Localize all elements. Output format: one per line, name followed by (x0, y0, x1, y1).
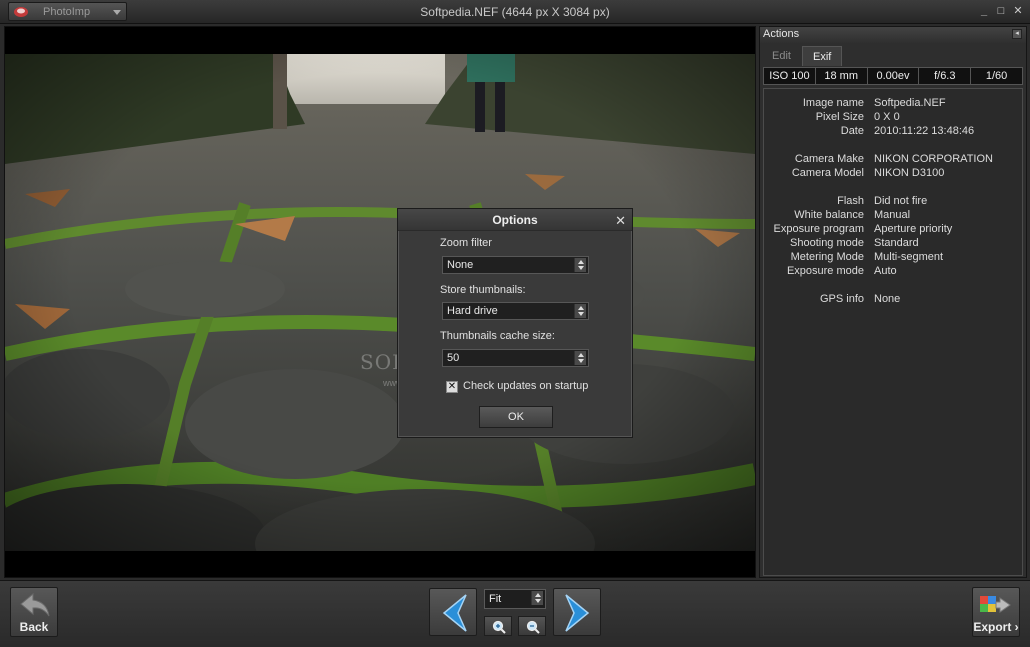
zoom-filter-select[interactable]: None (442, 256, 589, 274)
store-thumbnails-label: Store thumbnails: (440, 284, 526, 296)
dialog-title: Options (398, 209, 632, 231)
bottom-toolbar: Back Fit Export › (0, 580, 1030, 647)
tab-exif[interactable]: Exif (802, 46, 843, 66)
exif-value: Did not fire (874, 195, 928, 207)
exif-value: 2010:11:22 13:48:46 (874, 125, 975, 137)
tab-edit[interactable]: Edit (762, 46, 801, 66)
image-viewer[interactable]: SOFTPEDIA www.softpedia.com (4, 26, 756, 578)
ok-button[interactable]: OK (479, 406, 553, 428)
spinner-arrows-icon[interactable] (574, 351, 586, 365)
exif-key: Metering Mode (790, 251, 864, 263)
exif-row: Camera Make NIKON CORPORATION (764, 153, 1022, 167)
window-title: Softpedia.NEF (4644 px X 3084 px) (420, 5, 610, 19)
exif-key: Flash (837, 195, 864, 207)
exif-row: Metering Mode Multi-segment (764, 251, 1022, 265)
close-icon[interactable]: ✕ (615, 213, 626, 229)
zoom-select[interactable]: Fit (484, 589, 546, 609)
exif-value: Softpedia.NEF (874, 97, 946, 109)
spinner-arrows-icon[interactable] (574, 304, 586, 318)
exif-row: Date 2010:11:22 13:48:46 (764, 125, 1022, 139)
export-icon (980, 596, 1011, 613)
exif-value: Multi-segment (874, 251, 944, 263)
cache-size-value: 50 (447, 352, 460, 364)
exif-aperture: f/6.3 (919, 68, 972, 84)
exif-value: Auto (874, 265, 897, 277)
exif-row: White balance Manual (764, 209, 1022, 223)
zoom-out-icon (526, 620, 540, 634)
title-bar: PhotoImp Softpedia.NEF (4644 px X 3084 p… (0, 0, 1030, 24)
exif-key: GPS info (819, 293, 864, 305)
zoom-filter-label: Zoom filter (440, 237, 492, 249)
exif-key: Exposure program (773, 223, 865, 235)
back-arrow-icon (20, 592, 50, 617)
exif-row: Camera Model NIKON D3100 (764, 167, 1022, 181)
exif-value: NIKON D3100 (874, 167, 945, 179)
cache-size-label: Thumbnails cache size: (440, 330, 555, 342)
exif-row: Exposure program Aperture priority (764, 223, 1022, 237)
exif-key: Pixel Size (815, 111, 864, 123)
exif-details: Image name Softpedia.NEF Pixel Size 0 X 0 … (763, 88, 1023, 576)
back-button[interactable]: Back (10, 587, 58, 637)
exif-key: White balance (794, 209, 864, 221)
exif-value: Aperture priority (874, 223, 953, 235)
exif-value: 0 X 0 (874, 111, 900, 123)
exif-key: Image name (802, 97, 864, 109)
panel-title: Actions (763, 28, 800, 40)
exif-value: NIKON CORPORATION (874, 153, 993, 165)
exif-row: Flash Did not fire (764, 195, 1022, 209)
zoom-in-button[interactable] (484, 616, 512, 636)
minimize-button[interactable]: _ (978, 5, 990, 17)
cache-size-stepper[interactable]: 50 (442, 349, 589, 367)
check-updates-checkbox[interactable]: ✕ (446, 381, 458, 393)
exif-key: Camera Model (791, 167, 864, 179)
zoom-out-button[interactable] (518, 616, 546, 636)
store-thumbnails-value: Hard drive (447, 305, 498, 317)
exif-row: Exposure mode Auto (764, 265, 1022, 279)
exif-shutter: 1/60 (985, 70, 1008, 82)
exif-key: Camera Make (794, 153, 864, 165)
options-dialog: Options ✕ Zoom filter None Store thumbna… (397, 208, 633, 438)
chevron-left-icon (442, 594, 467, 632)
maximize-button[interactable]: □ (995, 5, 1007, 17)
exif-exposure-bias: 0.00ev (868, 68, 920, 84)
zoom-value: Fit (489, 593, 502, 605)
window-controls: _ □ ✕ (978, 5, 1024, 17)
export-label: Export › (973, 620, 1019, 634)
actions-panel: Actions ◂ Edit Exif ISO 100 18 mm 0.00ev… (759, 26, 1027, 578)
exif-row: Image name Softpedia.NEF (764, 97, 1022, 111)
zoom-filter-value: None (447, 259, 474, 271)
panel-tabs: Edit Exif (760, 44, 1026, 66)
exif-iso: ISO 100 (764, 68, 816, 84)
exif-value: Manual (874, 209, 911, 221)
spinner-arrows-icon[interactable] (574, 258, 586, 272)
store-thumbnails-select[interactable]: Hard drive (442, 302, 589, 320)
exif-key: Date (840, 125, 864, 137)
exif-summary-bar: ISO 100 18 mm 0.00ev f/6.3 1/60 (763, 67, 1023, 85)
panel-header: Actions ◂ (760, 27, 1026, 43)
exif-focal-length: 18 mm (816, 68, 868, 84)
chevron-right-icon (565, 594, 590, 632)
exif-value: Standard (874, 237, 919, 249)
export-button[interactable]: Export › (972, 587, 1020, 637)
exif-row: GPS info None (764, 293, 1022, 307)
check-updates-label: Check updates on startup (463, 380, 589, 392)
spinner-arrows-icon[interactable] (531, 591, 543, 605)
exif-row: Shooting mode Standard (764, 237, 1022, 251)
exif-key: Exposure mode (786, 265, 864, 277)
next-button[interactable] (553, 588, 601, 636)
back-label: Back (19, 620, 49, 634)
exif-value: None (874, 293, 901, 305)
collapse-icon[interactable]: ◂ (1012, 29, 1022, 39)
zoom-in-icon (492, 620, 506, 634)
exif-row: Pixel Size 0 X 0 (764, 111, 1022, 125)
previous-button[interactable] (429, 588, 477, 636)
close-button[interactable]: ✕ (1012, 5, 1024, 17)
photo-preview (5, 54, 755, 551)
exif-key: Shooting mode (790, 237, 864, 249)
